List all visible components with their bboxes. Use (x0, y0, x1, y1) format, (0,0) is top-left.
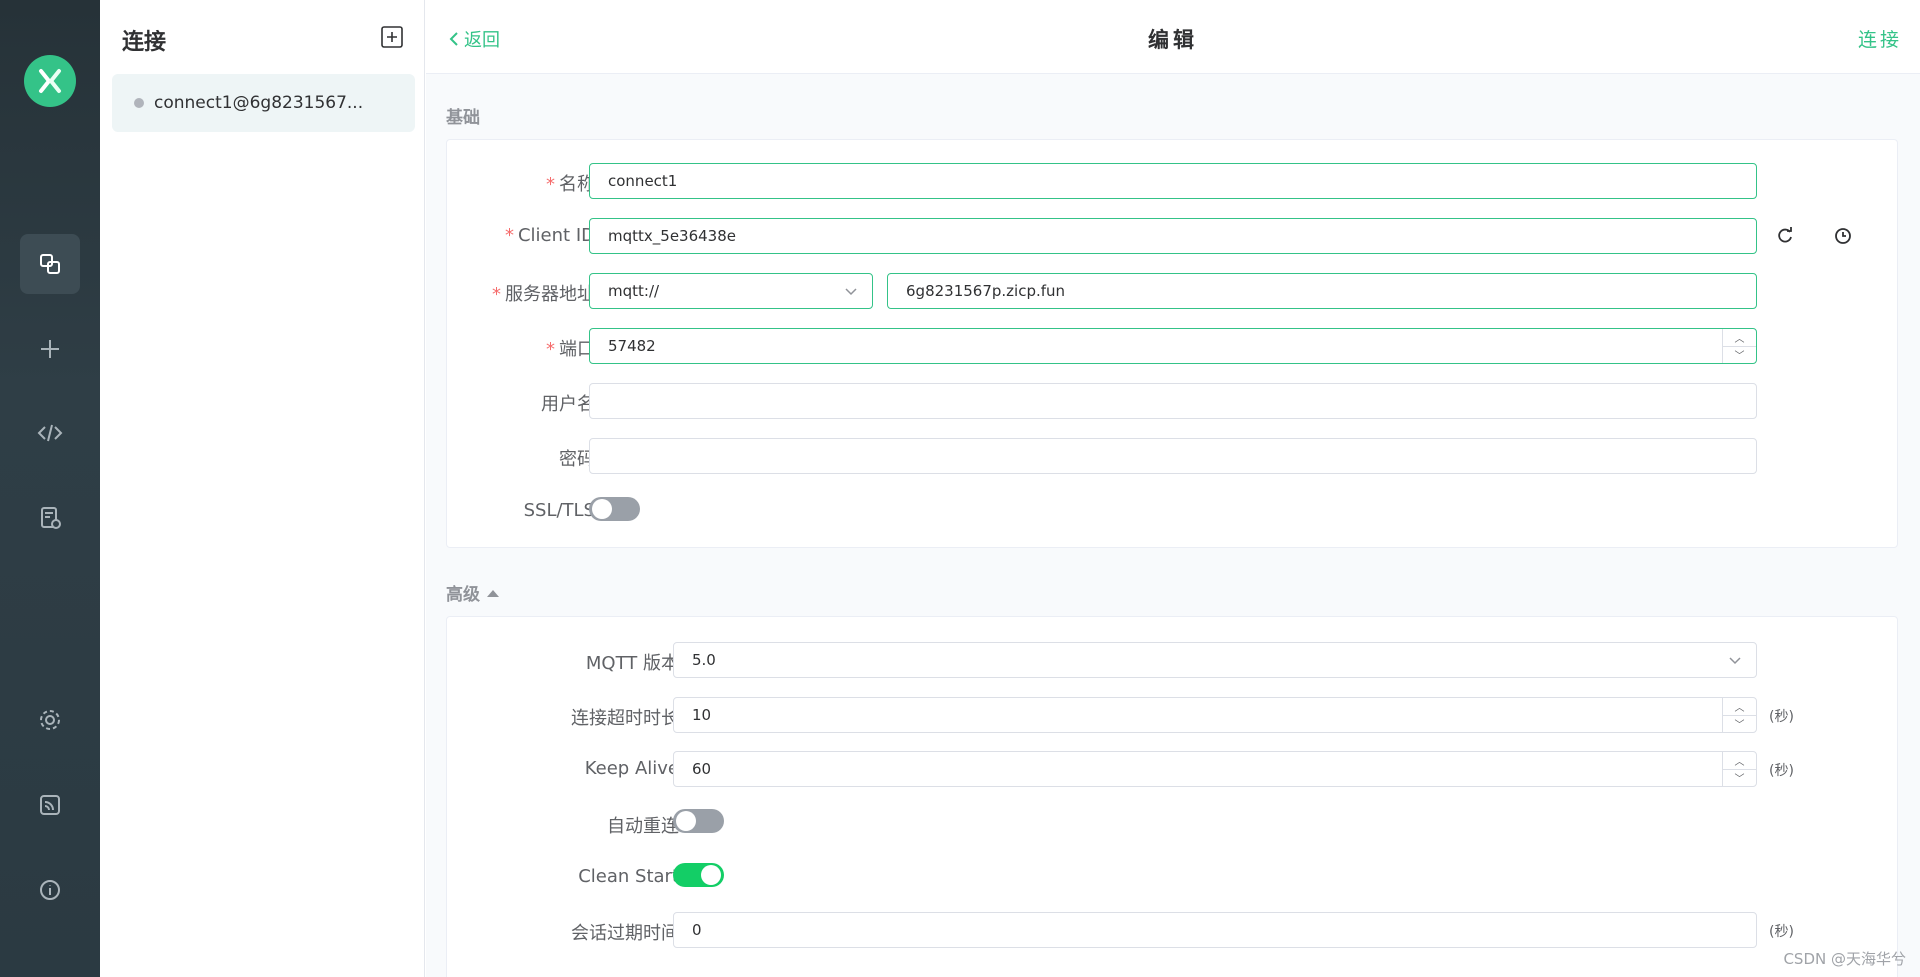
mqtt-version-label: MQTT 版本 (585, 653, 679, 674)
timeout-stepper[interactable]: ︿ ﹀ (1722, 698, 1756, 732)
nav-rail (0, 0, 100, 977)
clean-start-label: Clean Start (578, 866, 679, 887)
basic-section-title: 基础 (446, 103, 480, 128)
watermark: CSDN @天海华兮 (1783, 950, 1906, 968)
increase-icon[interactable]: ︿ (1723, 698, 1756, 716)
chevron-down-icon (845, 288, 857, 296)
keep-alive-stepper[interactable]: ︿ ﹀ (1722, 752, 1756, 786)
username-input[interactable] (589, 383, 1757, 419)
mqtt-version-row: MQTT 版本 5.0 (447, 642, 1897, 678)
client-id-row: * Client ID mqttx_5e36438e (447, 218, 1897, 254)
main-content: 返回 编辑 连接 基础 * 名称 connect1 * Client ID mqtt… (426, 0, 1920, 977)
session-expiry-row: 会话过期时间 0 (秒) (447, 912, 1897, 948)
connect-timeout-label: 连接超时时长 (571, 708, 679, 729)
connection-list-item[interactable]: connect1@6g8231567... (112, 74, 415, 132)
advanced-card: MQTT 版本 5.0 连接超时时长 10 ︿ ﹀ (秒) Keep Alive … (446, 616, 1898, 977)
connection-name: connect1@6g8231567... (154, 93, 364, 113)
auto-reconnect-toggle[interactable] (673, 809, 724, 833)
name-row: * 名称 connect1 (447, 163, 1897, 199)
mqtt-version-select[interactable]: 5.0 (673, 642, 1757, 678)
increase-icon[interactable]: ︿ (1723, 752, 1756, 770)
password-row: 密码 (447, 438, 1897, 474)
port-label: * 端口 (546, 339, 595, 360)
clean-start-toggle[interactable] (673, 863, 724, 887)
log-icon[interactable] (20, 488, 80, 548)
port-input[interactable]: 57482 ︿ ﹀ (589, 328, 1757, 364)
caret-up-icon (487, 589, 499, 597)
info-icon[interactable] (20, 860, 80, 920)
basic-card: * 名称 connect1 * Client ID mqttx_5e36438e *… (446, 139, 1898, 548)
advanced-section-label: 高级 (446, 585, 480, 605)
keep-alive-unit: (秒) (1769, 763, 1794, 779)
connections-title: 连接 (122, 30, 167, 55)
keep-alive-label: Keep Alive (584, 758, 679, 779)
code-icon[interactable] (20, 403, 80, 463)
protocol-select[interactable]: mqtt:// (589, 273, 873, 309)
ssl-toggle[interactable] (589, 497, 640, 521)
session-expiry-input[interactable]: 0 (673, 912, 1757, 948)
connections-icon[interactable] (20, 234, 80, 294)
keep-alive-row: Keep Alive 60 ︿ ﹀ (秒) (447, 751, 1897, 787)
port-stepper[interactable]: ︿ ﹀ (1722, 329, 1756, 363)
timeout-unit: (秒) (1769, 709, 1794, 725)
add-icon[interactable] (20, 319, 80, 379)
client-id-input[interactable]: mqttx_5e36438e (589, 218, 1757, 254)
host-input[interactable]: 6g8231567p.zicp.fun (887, 273, 1757, 309)
settings-icon[interactable] (20, 690, 80, 750)
app-logo-icon (24, 55, 76, 107)
client-id-label: * Client ID (504, 225, 595, 246)
feed-icon[interactable] (20, 775, 80, 835)
connections-panel: 连接 connect1@6g8231567... (100, 0, 425, 977)
decrease-icon[interactable]: ﹀ (1723, 716, 1756, 733)
host-label: * 服务器地址 (492, 284, 595, 305)
protocol-value: mqtt:// (608, 282, 660, 300)
port-row: * 端口 57482 ︿ ﹀ (447, 328, 1897, 364)
session-expiry-unit: (秒) (1769, 924, 1794, 940)
mqtt-version-value: 5.0 (692, 651, 716, 669)
name-input[interactable]: connect1 (589, 163, 1757, 199)
password-input[interactable] (589, 438, 1757, 474)
ssl-row: SSL/TLS (447, 493, 1897, 529)
advanced-section-title[interactable]: 高级 (446, 580, 500, 605)
keep-alive-input[interactable]: 60 ︿ ﹀ (673, 751, 1757, 787)
name-label: * 名称 (546, 174, 595, 195)
keep-alive-value: 60 (692, 760, 712, 778)
connect-timeout-input[interactable]: 10 ︿ ﹀ (673, 697, 1757, 733)
ssl-label: SSL/TLS (523, 500, 595, 521)
connect-timeout-row: 连接超时时长 10 ︿ ﹀ (秒) (447, 697, 1897, 733)
auto-reconnect-row: 自动重连 (447, 805, 1897, 841)
increase-icon[interactable]: ︿ (1723, 329, 1756, 347)
auto-reconnect-label: 自动重连 (607, 816, 679, 837)
session-expiry-label: 会话过期时间 (571, 923, 679, 944)
status-dot (134, 98, 144, 108)
username-label: 用户名 (541, 394, 595, 415)
decrease-icon[interactable]: ﹀ (1723, 347, 1756, 364)
port-value: 57482 (608, 337, 656, 355)
top-bar: 返回 编辑 连接 (426, 0, 1920, 74)
basic-section-label: 基础 (446, 108, 480, 128)
clock-icon[interactable] (1833, 226, 1853, 246)
username-row: 用户名 (447, 383, 1897, 419)
connect-button[interactable]: 连接 (1858, 25, 1902, 52)
refresh-icon[interactable] (1775, 226, 1795, 246)
new-connection-icon[interactable] (380, 25, 404, 49)
connect-timeout-value: 10 (692, 706, 712, 724)
decrease-icon[interactable]: ﹀ (1723, 770, 1756, 787)
chevron-down-icon (1729, 657, 1741, 665)
page-title: 编辑 (1148, 28, 1198, 52)
host-row: * 服务器地址 mqtt:// 6g8231567p.zicp.fun (447, 273, 1897, 309)
clean-start-row: Clean Start (447, 859, 1897, 895)
